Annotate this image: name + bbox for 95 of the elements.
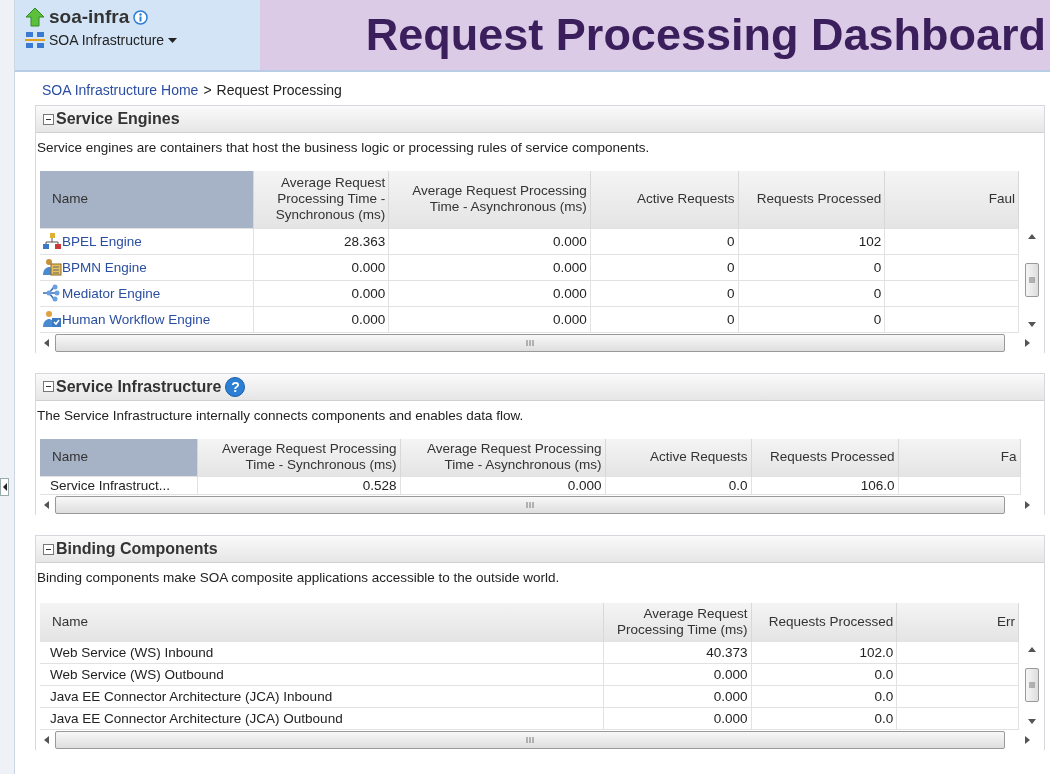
table-cell: 0.000 [388, 280, 591, 306]
column-header[interactable]: Fa [898, 438, 1020, 477]
scroll-right-icon[interactable] [1025, 735, 1030, 744]
panel-title: Service Engines [56, 110, 180, 128]
column-header[interactable]: Faul [884, 171, 1019, 228]
table-cell: 102.0 [751, 641, 897, 663]
info-icon[interactable] [133, 9, 149, 25]
table-cell: 0.000 [603, 707, 751, 729]
table-cell: 0.000 [603, 663, 751, 685]
table-cell: 0.0 [605, 476, 751, 495]
person-document-icon [42, 258, 62, 276]
grip-icon [526, 736, 534, 743]
table-cell: Java EE Connector Architecture (JCA) Inbound [40, 685, 604, 707]
column-header[interactable]: Average Request Processing Time - Synchronous (ms) [197, 438, 400, 477]
column-header[interactable]: Name [40, 603, 604, 641]
collapse-icon[interactable] [43, 113, 54, 125]
scroll-up-icon[interactable] [1027, 234, 1036, 239]
grip-icon [526, 339, 534, 346]
person-check-icon [42, 310, 62, 328]
table-cell: 0.000 [253, 280, 389, 306]
table-cell: 0.000 [603, 685, 751, 707]
column-header[interactable]: Requests Processed [738, 171, 885, 228]
scroll-thumb[interactable] [1024, 668, 1039, 703]
target-menu[interactable]: SOA Infrastructure [25, 31, 260, 49]
table-cell: Java EE Connector Architecture (JCA) Outbound [40, 707, 604, 729]
column-header[interactable]: Active Requests [590, 171, 739, 228]
column-header[interactable]: Name [40, 438, 197, 477]
grip-icon [526, 502, 534, 508]
scroll-left-icon[interactable] [44, 338, 49, 347]
table-cell: 0.000 [253, 306, 389, 332]
scroll-down-icon[interactable] [1027, 718, 1036, 724]
help-button[interactable]: ? [225, 376, 246, 397]
collapse-icon[interactable] [43, 543, 54, 555]
scroll-thumb[interactable] [55, 496, 1005, 514]
scroll-left-icon[interactable] [44, 735, 49, 744]
infrastructure-icon [25, 31, 45, 49]
column-header[interactable]: Active Requests [605, 438, 751, 477]
table-cell: 0.0 [751, 663, 897, 685]
collapse-handle[interactable] [0, 478, 9, 496]
breadcrumb-link[interactable]: SOA Infrastructure Home [42, 82, 199, 105]
collapse-icon[interactable] [43, 381, 54, 392]
breadcrumb-current: Request Processing [216, 82, 342, 100]
column-header[interactable]: Err [896, 603, 1019, 641]
table-cell: 0 [738, 280, 885, 306]
app-name: soa-infra [49, 6, 130, 28]
scroll-thumb[interactable] [1024, 263, 1039, 298]
scroll-left-icon[interactable] [44, 501, 49, 509]
table-cell: 0 [590, 306, 739, 332]
panel-description: Service engines are containers that host the business logic or processing rules of service components. [36, 139, 651, 155]
table-cell: 0.000 [400, 476, 605, 495]
column-header[interactable]: Name [40, 171, 254, 228]
grip-icon [1028, 682, 1035, 689]
column-header[interactable]: Average Request Processing Time (ms) [603, 603, 751, 641]
scroll-right-icon[interactable] [1025, 501, 1030, 509]
table-cell: 0.000 [388, 228, 591, 254]
scroll-down-icon[interactable] [1027, 321, 1036, 327]
panel-title: Service Infrastructure [56, 377, 222, 396]
scroll-thumb[interactable] [55, 333, 1005, 352]
arrow-left-icon [2, 483, 7, 491]
column-header[interactable]: Average Request Processing Time - Asynchronous (ms) [400, 438, 605, 477]
table-cell: 28.363 [253, 228, 389, 254]
table-cell: 0.000 [388, 254, 591, 280]
table-cell: 0 [590, 228, 739, 254]
dashboard-title: Request Processing Dashboard [365, 9, 1046, 61]
column-header[interactable]: Requests Processed [751, 438, 898, 477]
table-cell: 0 [590, 280, 739, 306]
column-header[interactable]: Average Request Processing Time - Asynchronous (ms) [388, 171, 591, 228]
table-cell: 106.0 [751, 476, 898, 495]
table-cell: 0 [738, 306, 885, 332]
column-header[interactable]: Requests Processed [751, 603, 897, 641]
table-cell: 40.373 [603, 641, 751, 663]
panel-description: The Service Infrastructure internally connects components and enables data flow. [36, 406, 525, 423]
up-arrow-icon[interactable] [25, 7, 45, 27]
scroll-up-icon[interactable] [1027, 647, 1036, 652]
table-cell: 0.0 [751, 707, 897, 729]
caret-icon [168, 37, 178, 43]
scroll-thumb[interactable] [55, 730, 1005, 749]
scroll-right-icon[interactable] [1025, 338, 1030, 347]
table-cell: Web Service (WS) Outbound [40, 663, 604, 685]
panel-title: Binding Components [56, 540, 218, 558]
table-cell: Service Infrastruct... [40, 476, 197, 495]
network-icon [42, 284, 62, 302]
table-cell: 0 [738, 254, 885, 280]
table-cell: 102 [738, 228, 885, 254]
breadcrumb-separator: > [203, 82, 212, 100]
table-cell: 0 [590, 254, 739, 280]
grip-icon [1028, 277, 1035, 284]
table-cell: Web Service (WS) Inbound [40, 641, 604, 663]
column-header[interactable]: Average Request Processing Time - Synchronous (ms) [253, 171, 389, 228]
table-cell: 0.000 [253, 254, 389, 280]
hierarchy-icon [42, 232, 62, 250]
panel-description: Binding components make SOA composite applications accessible to the outside world. [36, 569, 561, 585]
table-cell: 0.0 [751, 685, 897, 707]
table-cell: 0.528 [197, 476, 400, 495]
table-cell: 0.000 [388, 306, 591, 332]
